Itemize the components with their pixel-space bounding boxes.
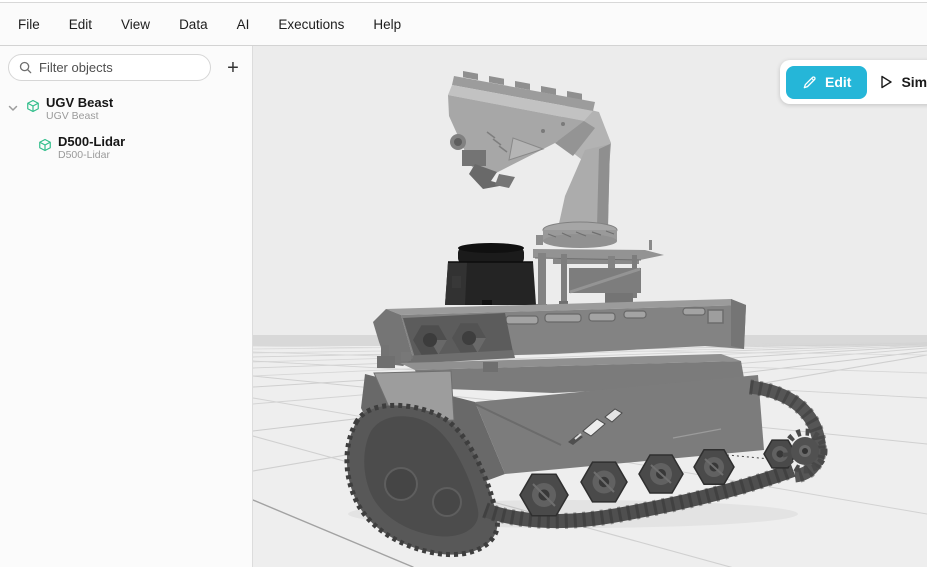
menu-help[interactable]: Help <box>373 17 401 32</box>
menu-executions[interactable]: Executions <box>278 17 344 32</box>
box-icon <box>39 138 51 152</box>
tree-item-text: D500-Lidar D500-Lidar <box>58 134 125 162</box>
chevron-down-icon[interactable] <box>6 101 20 115</box>
lidar-sensor <box>445 243 536 305</box>
tree-item-title: UGV Beast <box>46 95 114 110</box>
menu-bar: File Edit View Data AI Executions Help <box>0 2 927 46</box>
filter-objects-input-wrap <box>8 54 211 81</box>
3d-scene <box>253 46 927 567</box>
edit-mode-button[interactable]: Edit <box>786 65 868 99</box>
3d-viewport-canvas[interactable] <box>253 46 927 567</box>
play-icon <box>881 75 893 89</box>
tree-item-ugv-beast[interactable]: UGV Beast UGV Beast <box>0 95 252 123</box>
tree-item-d500-lidar[interactable]: D500-Lidar D500-Lidar <box>0 134 252 162</box>
mode-toolbar: Edit Simu <box>780 60 927 104</box>
filter-objects-input[interactable] <box>39 60 189 75</box>
simulate-mode-button[interactable]: Simu <box>869 66 927 99</box>
simulate-button-label: Simu <box>901 74 927 90</box>
box-icon <box>27 99 39 113</box>
edit-button-label: Edit <box>825 74 852 90</box>
menu-file[interactable]: File <box>18 17 40 32</box>
add-object-button[interactable]: + <box>222 56 244 80</box>
tree-item-subtitle: D500-Lidar <box>58 149 110 161</box>
application-window: File Edit View Data AI Executions Help + <box>0 0 927 567</box>
menu-edit[interactable]: Edit <box>69 17 92 32</box>
menu-data[interactable]: Data <box>179 17 208 32</box>
search-icon <box>19 61 32 74</box>
tree-item-title: D500-Lidar <box>58 134 126 149</box>
tree-item-text: UGV Beast UGV Beast <box>46 95 113 123</box>
object-tree-sidebar: + UGV Beast UGV Beast <box>0 46 253 567</box>
object-tree: UGV Beast UGV Beast D500-Lidar D500-Lida… <box>0 95 252 162</box>
menu-ai[interactable]: AI <box>237 17 250 32</box>
menu-view[interactable]: View <box>121 17 150 32</box>
pencil-icon <box>803 75 816 88</box>
filter-row: + <box>0 46 252 81</box>
tree-item-subtitle: UGV Beast <box>46 110 99 122</box>
